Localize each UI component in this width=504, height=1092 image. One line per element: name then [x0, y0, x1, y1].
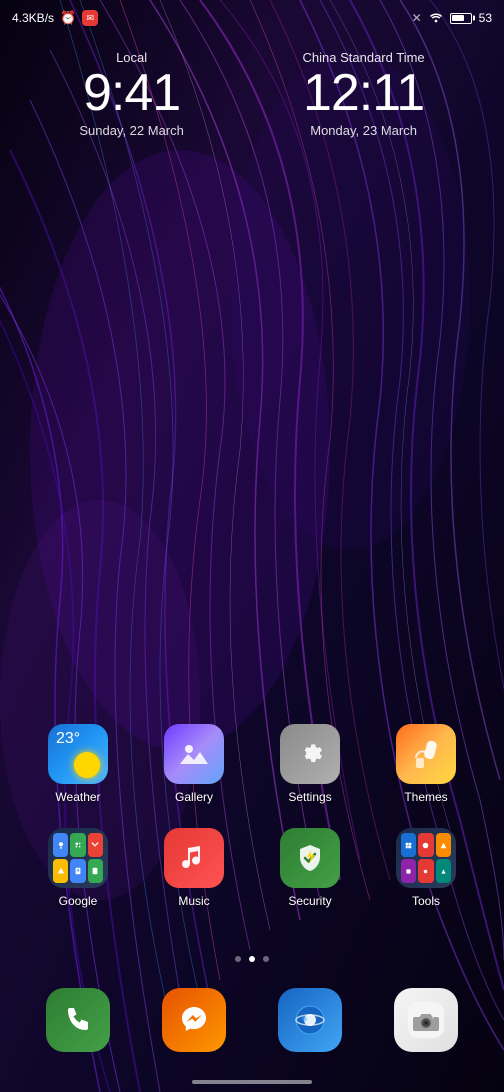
- home-indicator[interactable]: [192, 1080, 312, 1084]
- tools-app-2: [418, 833, 433, 857]
- tools-app-3: [436, 833, 451, 857]
- page-indicators: [0, 956, 504, 962]
- settings-icon: [280, 724, 340, 784]
- google-docs-mini: [70, 859, 85, 883]
- local-clock-date: Sunday, 22 March: [79, 123, 184, 138]
- themes-icon: [396, 724, 456, 784]
- tools-folder-icon: [396, 828, 456, 888]
- phone-icon: [46, 988, 110, 1052]
- app-grid: 23° Weather Gallery: [0, 724, 504, 932]
- china-clock-time: 12:11: [303, 67, 425, 119]
- dock-messenger[interactable]: [162, 988, 226, 1052]
- local-clock: Local 9:41 Sunday, 22 March: [79, 50, 184, 138]
- status-right: ✕ 53: [412, 11, 492, 26]
- weather-temp-display: 23°: [56, 730, 80, 748]
- app-row-1: 23° Weather Gallery: [20, 724, 484, 804]
- china-clock: China Standard Time 12:11 Monday, 23 Mar…: [303, 50, 425, 138]
- weather-icon: 23°: [48, 724, 108, 784]
- security-label: Security: [288, 894, 331, 908]
- china-clock-label: China Standard Time: [303, 50, 425, 65]
- app-google-folder[interactable]: Google: [38, 828, 118, 908]
- battery-x-icon: ✕: [412, 11, 422, 25]
- camera-icon: [394, 988, 458, 1052]
- gmail-mini: [88, 833, 103, 857]
- dock-camera[interactable]: [394, 988, 458, 1052]
- music-icon: [164, 828, 224, 888]
- local-clock-label: Local: [79, 50, 184, 65]
- local-clock-time: 9:41: [79, 67, 184, 119]
- app-settings[interactable]: Settings: [270, 724, 350, 804]
- music-label: Music: [178, 894, 209, 908]
- gallery-icon: [164, 724, 224, 784]
- google-drive-mini: [53, 859, 68, 883]
- settings-label: Settings: [288, 790, 331, 804]
- dock-browser[interactable]: [278, 988, 342, 1052]
- app-tools-folder[interactable]: Tools: [386, 828, 466, 908]
- page-dot-2[interactable]: [249, 956, 255, 962]
- google-maps-mini: [53, 833, 68, 857]
- screen: 4.3KB/s ⏰ ✉ ✕ 53 Local 9: [0, 0, 504, 1092]
- page-dot-1[interactable]: [235, 956, 241, 962]
- china-clock-date: Monday, 23 March: [303, 123, 425, 138]
- network-speed: 4.3KB/s: [12, 11, 54, 25]
- security-icon: [280, 828, 340, 888]
- notification-icon: ✉: [82, 10, 98, 26]
- dock-phone[interactable]: [46, 988, 110, 1052]
- app-gallery[interactable]: Gallery: [154, 724, 234, 804]
- app-music[interactable]: Music: [154, 828, 234, 908]
- google-sheets-mini: [88, 859, 103, 883]
- app-security[interactable]: Security: [270, 828, 350, 908]
- weather-sun-graphic: [74, 752, 100, 778]
- tools-app-4: [401, 859, 416, 883]
- dual-clock: Local 9:41 Sunday, 22 March China Standa…: [0, 50, 504, 138]
- messenger-icon: [162, 988, 226, 1052]
- google-app-mini-2: [70, 833, 85, 857]
- battery-indicator: 53: [450, 11, 492, 25]
- status-left: 4.3KB/s ⏰ ✉: [12, 10, 98, 26]
- dock: [0, 988, 504, 1052]
- gallery-label: Gallery: [175, 790, 213, 804]
- app-row-2: Google Music: [20, 828, 484, 908]
- tools-app-5: [418, 859, 433, 883]
- google-label: Google: [59, 894, 98, 908]
- tools-label: Tools: [412, 894, 440, 908]
- status-bar: 4.3KB/s ⏰ ✉ ✕ 53: [0, 0, 504, 36]
- wifi-icon: [428, 11, 444, 26]
- tools-app-1: [401, 833, 416, 857]
- themes-label: Themes: [404, 790, 447, 804]
- tools-app-6: [436, 859, 451, 883]
- app-weather[interactable]: 23° Weather: [38, 724, 118, 804]
- weather-label: Weather: [55, 790, 100, 804]
- page-dot-3[interactable]: [263, 956, 269, 962]
- browser-icon: [278, 988, 342, 1052]
- google-folder-icon: [48, 828, 108, 888]
- app-themes[interactable]: Themes: [386, 724, 466, 804]
- alarm-icon: ⏰: [60, 10, 76, 26]
- battery-percent: 53: [479, 11, 492, 25]
